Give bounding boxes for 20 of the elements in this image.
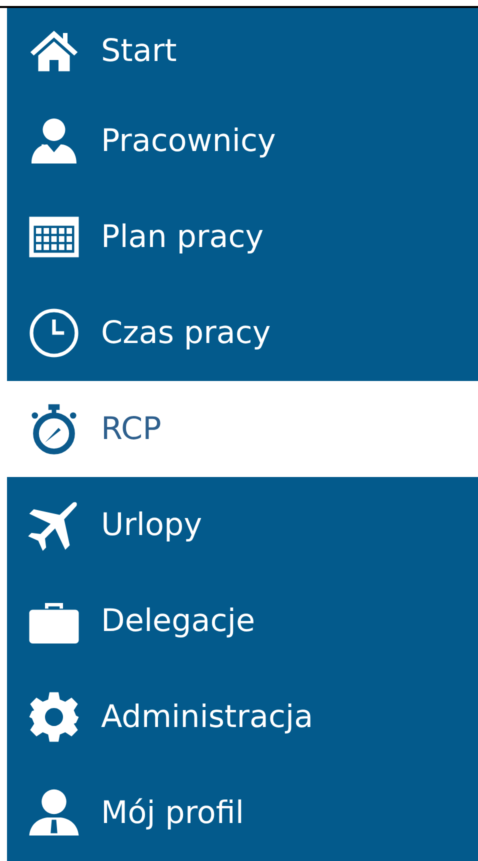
menu-item[interactable]: Start	[7, 8, 478, 93]
menu-label: Administracja	[101, 699, 314, 735]
menu-label: Czas pracy	[101, 315, 271, 351]
menu-label: Plan pracy	[101, 219, 264, 255]
menu-item[interactable]: Pracownicy	[7, 93, 478, 189]
menu-item[interactable]: Mój profil	[7, 765, 478, 861]
menu-item[interactable]: Urlopy	[7, 477, 478, 573]
menu-item[interactable]: Delegacje	[7, 573, 478, 669]
menu-item[interactable]: Plan pracy	[7, 189, 478, 285]
menu-item[interactable]: Administracja	[7, 669, 478, 765]
settings-icon	[27, 690, 81, 744]
menu-item[interactable]: RCP	[7, 381, 478, 477]
menu-item[interactable]: Czas pracy	[7, 285, 478, 381]
clock-icon	[27, 306, 81, 360]
menu-label: Pracownicy	[101, 123, 276, 159]
menu-label: Mój profil	[101, 795, 244, 831]
menu-label: Delegacje	[101, 603, 256, 639]
menu-label: RCP	[101, 411, 162, 447]
menu-label: Start	[101, 32, 177, 68]
menu-label: Urlopy	[101, 507, 202, 543]
